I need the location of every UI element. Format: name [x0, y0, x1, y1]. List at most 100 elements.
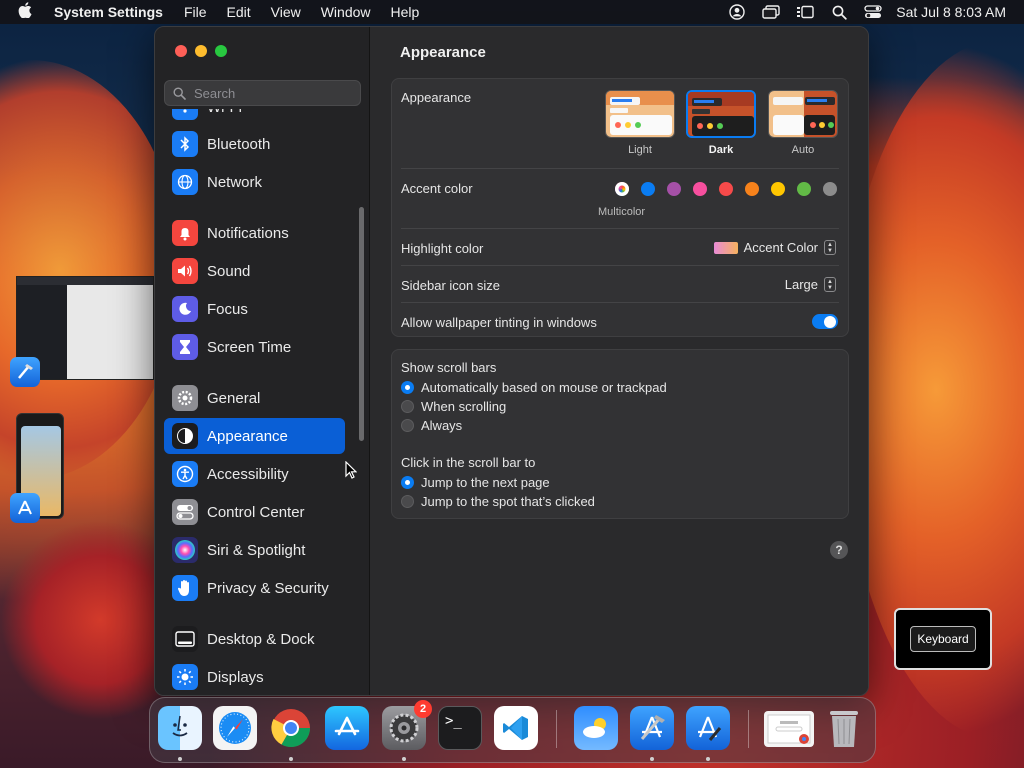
sun-icon	[172, 664, 198, 690]
click-jump-next-page-radio[interactable]: Jump to the next page	[401, 475, 550, 490]
appearance-light-label: Light	[628, 144, 652, 156]
dock-separator	[748, 710, 749, 748]
menu-file[interactable]: File	[174, 4, 217, 20]
accent-color-swatch[interactable]	[745, 182, 759, 196]
sidebar-icon-size-label: Sidebar icon size	[401, 278, 500, 293]
accent-color-swatch[interactable]	[667, 182, 681, 196]
zoom-button[interactable]	[215, 45, 227, 57]
accent-color-swatch[interactable]	[797, 182, 811, 196]
appearance-light-option[interactable]	[605, 90, 675, 138]
chrome-icon[interactable]	[269, 706, 313, 750]
system-settings-icon[interactable]: 2	[382, 700, 432, 750]
scroll-bars-when-scrolling-radio[interactable]: When scrolling	[401, 399, 506, 414]
window-controls	[175, 45, 227, 57]
keyboard-viewer-hud[interactable]: Keyboard	[894, 608, 992, 670]
radio-label: Jump to the spot that’s clicked	[421, 494, 595, 509]
trash-icon[interactable]	[822, 706, 866, 750]
minimized-chrome-window-icon[interactable]	[764, 711, 814, 747]
accent-color-swatch[interactable]	[693, 182, 707, 196]
app-store-icon[interactable]	[325, 706, 369, 750]
scroll-bars-auto-radio[interactable]: Automatically based on mouse or trackpad	[401, 380, 667, 395]
sidebar-item-siri-spotlight[interactable]: Siri & Spotlight	[164, 532, 345, 568]
accent-color-swatch[interactable]	[719, 182, 733, 196]
xcode-icon[interactable]	[630, 706, 674, 750]
click-scroll-bar-label: Click in the scroll bar to	[401, 455, 536, 470]
sidebar-item-focus[interactable]: Focus	[164, 291, 345, 327]
accent-color-swatch[interactable]	[641, 182, 655, 196]
menu-view[interactable]: View	[261, 4, 311, 20]
accent-color-swatch[interactable]	[771, 182, 785, 196]
highlight-color-popup[interactable]: Accent Color ▲ ▼	[713, 240, 836, 255]
stage-manager-icon[interactable]	[788, 0, 822, 24]
sidebar-icon-size-popup[interactable]: Large ▲ ▼	[785, 277, 836, 292]
sidebar-item-network[interactable]: Network	[164, 164, 345, 200]
sidebar-item-label: General	[207, 389, 261, 407]
keyboard-hud-label: Keyboard	[910, 626, 976, 652]
sidebar-item-desktop-dock[interactable]: Desktop & Dock	[164, 621, 345, 657]
sidebar-scrollbar[interactable]	[359, 207, 364, 441]
sidebar-item-control-center[interactable]: Control Center	[164, 494, 345, 530]
chevron-updown-icon: ▲ ▼	[824, 240, 836, 255]
wallpaper-tinting-toggle[interactable]	[812, 314, 838, 329]
sidebar-item-label: Siri & Spotlight	[207, 541, 306, 559]
divider	[401, 265, 839, 266]
sidebar-item-displays[interactable]: Displays	[164, 659, 345, 695]
sidebar-item-label: Sound	[207, 262, 251, 280]
terminal-icon[interactable]: >_	[438, 706, 482, 750]
mouse-cursor-icon	[345, 460, 358, 484]
accent-selected-name: Multicolor	[598, 206, 646, 218]
search-field[interactable]: Search	[164, 80, 361, 106]
minimize-button[interactable]	[195, 45, 207, 57]
weather-icon[interactable]	[574, 706, 618, 750]
sidebar-item-accessibility[interactable]: Accessibility	[164, 456, 345, 492]
control-center-icon[interactable]	[856, 0, 890, 24]
scroll-bars-always-radio[interactable]: Always	[401, 418, 462, 433]
menu-edit[interactable]: Edit	[217, 4, 261, 20]
safari-icon[interactable]	[213, 706, 257, 750]
sidebar-item-wi-fi[interactable]: Wi-Fi	[164, 109, 345, 125]
radio-label: Always	[421, 418, 463, 433]
radio-selected-icon	[401, 476, 414, 489]
divider	[401, 228, 839, 229]
sidebar-item-screen-time[interactable]: Screen Time	[164, 329, 345, 365]
simulator-stage-icon[interactable]	[10, 493, 40, 523]
close-button[interactable]	[175, 45, 187, 57]
help-button[interactable]: ?	[830, 541, 848, 559]
vscode-icon[interactable]	[494, 706, 538, 750]
finder-icon[interactable]	[158, 706, 202, 750]
spotlight-search-icon[interactable]	[822, 0, 856, 24]
sidebar-item-general[interactable]: General	[164, 380, 345, 416]
scroll-settings-group: Show scroll bars Automatically based on …	[391, 349, 849, 519]
menu-clock[interactable]: Sat Jul 8 8:03 AM	[890, 4, 1006, 20]
menu-window[interactable]: Window	[311, 4, 381, 20]
accent-color-swatch[interactable]	[823, 182, 837, 196]
sidebar-item-bluetooth[interactable]: Bluetooth	[164, 126, 345, 162]
sidebar-item-appearance[interactable]: Appearance	[164, 418, 345, 454]
appearance-label: Appearance	[401, 90, 472, 105]
notification-badge: 2	[414, 700, 432, 718]
menu-app-name[interactable]: System Settings	[50, 4, 174, 20]
dock-icon	[172, 626, 198, 652]
sidebar-item-label: Desktop & Dock	[207, 630, 315, 648]
simulator-icon[interactable]	[686, 706, 730, 750]
radio-label: Automatically based on mouse or trackpad	[421, 380, 667, 395]
apple-menu-icon[interactable]	[0, 2, 50, 22]
speaker-icon	[172, 258, 198, 284]
menu-help[interactable]: Help	[381, 4, 430, 20]
search-placeholder: Search	[194, 85, 236, 101]
hourglass-icon	[172, 334, 198, 360]
sidebar-item-label: Focus	[207, 300, 248, 318]
user-account-icon[interactable]	[720, 0, 754, 24]
running-indicator	[178, 757, 182, 761]
sidebar-icon-size-value: Large	[784, 277, 818, 292]
click-jump-to-spot-radio[interactable]: Jump to the spot that’s clicked	[401, 494, 595, 509]
accent-multicolor-swatch[interactable]	[615, 182, 629, 196]
sidebar-item-privacy-security[interactable]: Privacy & Security	[164, 570, 345, 606]
sidebar-item-sound[interactable]: Sound	[164, 253, 345, 289]
appearance-dark-option[interactable]	[686, 90, 756, 138]
screen-mirroring-icon[interactable]	[754, 0, 788, 24]
sidebar-item-notifications[interactable]: Notifications	[164, 215, 345, 251]
appearance-auto-option[interactable]	[768, 90, 838, 138]
divider	[401, 168, 839, 169]
xcode-stage-icon[interactable]	[10, 357, 40, 387]
